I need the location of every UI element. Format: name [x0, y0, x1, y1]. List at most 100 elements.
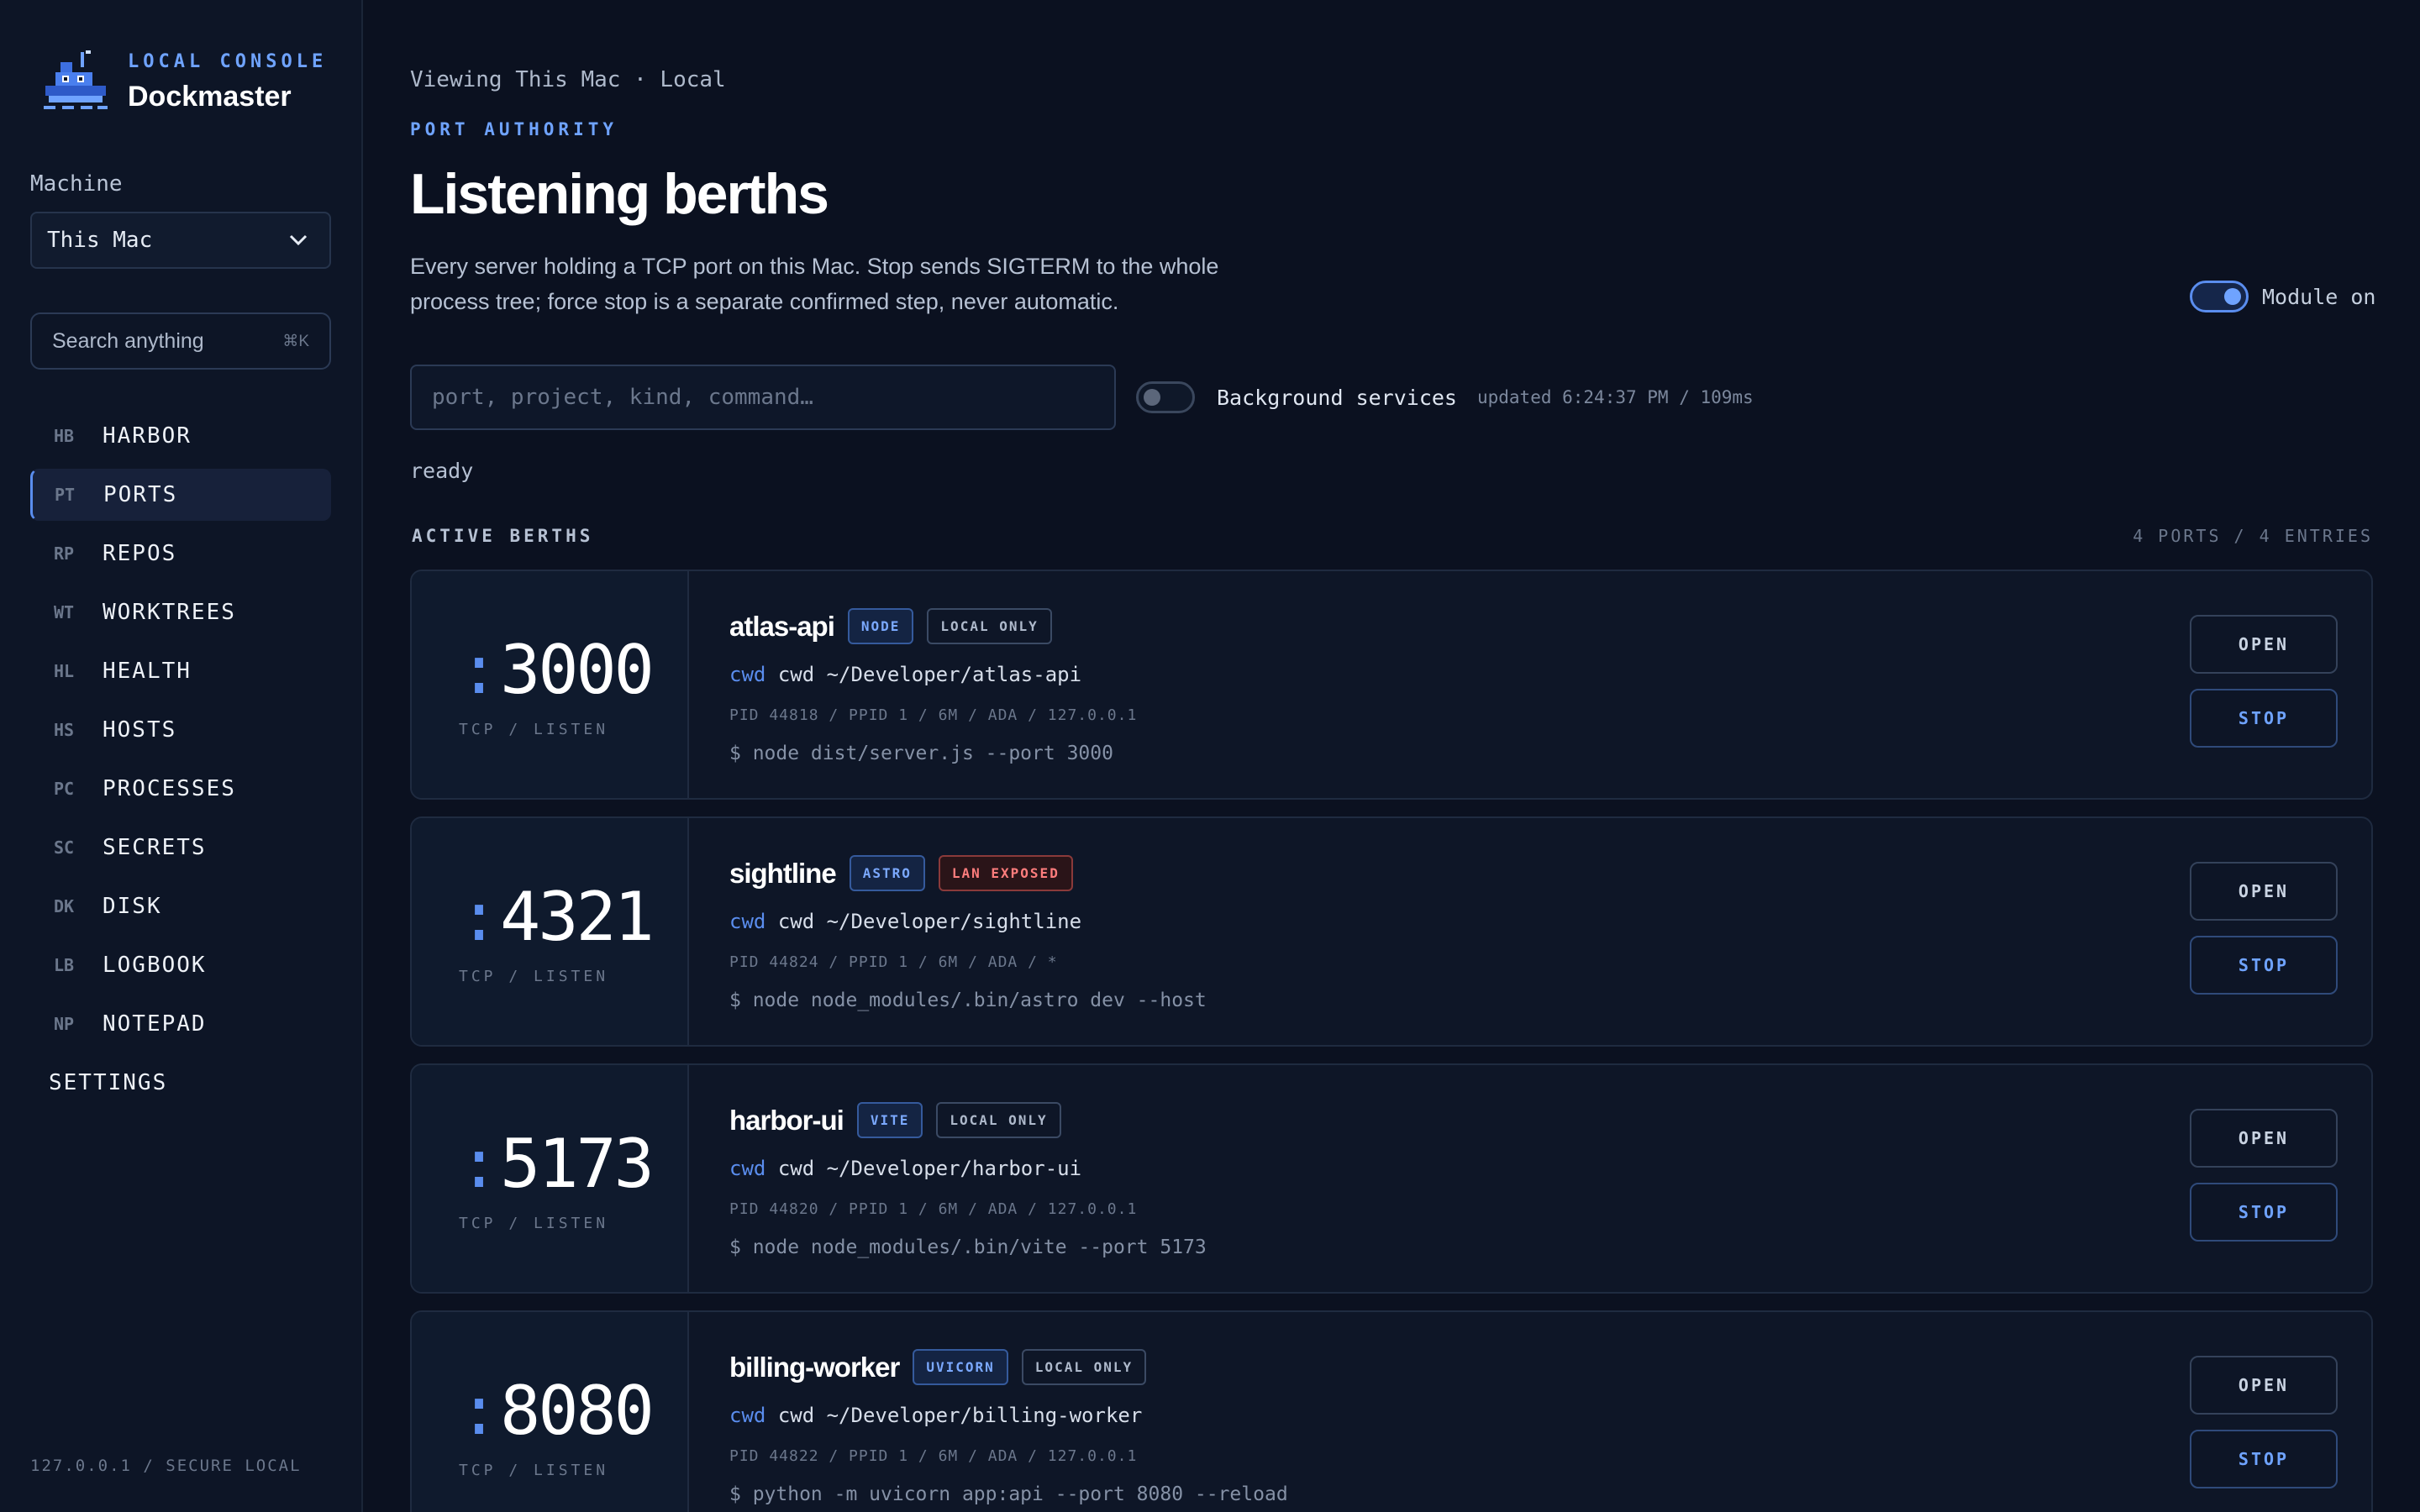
nav-code: NP — [54, 1014, 75, 1034]
sidebar-item-ports[interactable]: PT PORTS — [30, 469, 331, 521]
berth-info: sightline ASTRO LAN EXPOSED cwd cwd ~/De… — [689, 818, 2371, 1045]
sidebar-item-secrets[interactable]: SC SECRETS — [30, 822, 331, 874]
stop-button[interactable]: STOP — [2190, 689, 2338, 748]
berth-command: $ node node_modules/.bin/vite --port 517… — [729, 1236, 1207, 1258]
berth-card: :3000 TCP / LISTEN atlas-api NODE LOCAL … — [410, 570, 2373, 800]
sidebar-item-settings[interactable]: SETTINGS — [30, 1057, 331, 1109]
section-header: ACTIVE BERTHS 4 PORTS / 4 ENTRIES — [412, 526, 2373, 546]
sidebar-item-health[interactable]: HL HEALTH — [30, 645, 331, 697]
berth-port: :4321 TCP / LISTEN — [412, 818, 689, 1045]
berth-port: :8080 TCP / LISTEN — [412, 1312, 689, 1512]
nav-label: NOTEPAD — [103, 1011, 207, 1037]
berth-list: :3000 TCP / LISTEN atlas-api NODE LOCAL … — [410, 570, 2373, 1512]
nav-label: PROCESSES — [103, 776, 236, 801]
nav-label: SETTINGS — [49, 1070, 168, 1095]
berth-command: $ node dist/server.js --port 3000 — [729, 743, 1113, 764]
port-value: 4321 — [500, 878, 655, 956]
cwd-path: cwd ~/Developer/harbor-ui — [777, 1157, 1082, 1180]
berth-command: $ node node_modules/.bin/astro dev --hos… — [729, 990, 1207, 1011]
section-title: ACTIVE BERTHS — [412, 526, 594, 546]
berth-name: sightline — [729, 857, 837, 889]
nav-label: DISK — [103, 894, 162, 919]
sidebar-footer: 127.0.0.1 / SECURE LOCAL — [30, 1457, 302, 1475]
chevron-down-icon — [289, 234, 308, 246]
module-toggle[interactable]: Module on — [2190, 281, 2375, 312]
kind-badge: UVICORN — [913, 1349, 1008, 1385]
berth-actions: OPEN STOP — [2190, 615, 2338, 763]
background-services-label: Background services — [1217, 385, 1457, 410]
stop-button[interactable]: STOP — [2190, 1183, 2338, 1242]
nav-label: LOGBOOK — [103, 953, 207, 978]
nav-label: WORKTREES — [103, 600, 236, 625]
berth-actions: OPEN STOP — [2190, 862, 2338, 1010]
sidebar: LOCAL CONSOLE Dockmaster Machine This Ma… — [0, 0, 363, 1512]
search-button[interactable]: Search anything ⌘K — [30, 312, 331, 370]
cwd-path: cwd ~/Developer/sightline — [777, 910, 1082, 933]
open-button[interactable]: OPEN — [2190, 615, 2338, 674]
nav-label: HOSTS — [103, 717, 177, 743]
sidebar-item-harbor[interactable]: HB HARBOR — [30, 410, 331, 462]
open-button[interactable]: OPEN — [2190, 1356, 2338, 1415]
open-button[interactable]: OPEN — [2190, 862, 2338, 921]
sidebar-item-worktrees[interactable]: WT WORKTREES — [30, 586, 331, 638]
brand-name: Dockmaster — [128, 81, 292, 113]
machine-label: Machine — [30, 171, 123, 197]
berth-name: harbor-ui — [729, 1104, 844, 1136]
nav-label: REPOS — [103, 541, 177, 566]
port-number: :8080 — [459, 1372, 687, 1450]
cwd-key: cwd — [729, 1404, 766, 1427]
berth-cwd: cwd cwd ~/Developer/sightline — [729, 910, 2371, 933]
port-number: :4321 — [459, 878, 687, 956]
ship-logo-icon — [44, 50, 108, 109]
background-services-switch[interactable] — [1136, 381, 1195, 413]
port-protocol: TCP / LISTEN — [459, 721, 609, 738]
cwd-path: cwd ~/Developer/atlas-api — [777, 663, 1082, 686]
background-services-toggle[interactable]: Background services updated 6:24:37 PM /… — [1136, 381, 1754, 413]
berth-card: :4321 TCP / LISTEN sightline ASTRO LAN E… — [410, 816, 2373, 1047]
search-shortcut: ⌘K — [282, 332, 309, 350]
sidebar-item-repos[interactable]: RP REPOS — [30, 528, 331, 580]
berth-actions: OPEN STOP — [2190, 1356, 2338, 1504]
breadcrumb: Viewing This Mac · Local — [410, 67, 726, 92]
sidebar-item-disk[interactable]: DK DISK — [30, 880, 331, 932]
machine-select[interactable]: This Mac — [30, 212, 331, 269]
nav-code: DK — [54, 896, 75, 916]
filter-input[interactable] — [410, 365, 1116, 430]
module-toggle-label: Module on — [2262, 284, 2376, 309]
main-content: Viewing This Mac · Local PORT AUTHORITY … — [365, 0, 2420, 1512]
berth-cwd: cwd cwd ~/Developer/harbor-ui — [729, 1157, 2371, 1180]
sidebar-item-notepad[interactable]: NP NOTEPAD — [30, 998, 331, 1050]
berth-card: :5173 TCP / LISTEN harbor-ui VITE LOCAL … — [410, 1063, 2373, 1294]
nav-code: RP — [54, 543, 75, 564]
cwd-key: cwd — [729, 1157, 766, 1180]
nav-code: WT — [54, 602, 75, 622]
sidebar-item-logbook[interactable]: LB LOGBOOK — [30, 939, 331, 991]
scope-badge: LOCAL ONLY — [927, 608, 1052, 644]
nav-code: SC — [54, 837, 75, 858]
open-button[interactable]: OPEN — [2190, 1109, 2338, 1168]
sidebar-item-hosts[interactable]: HS HOSTS — [30, 704, 331, 756]
search-placeholder: Search anything — [52, 328, 204, 353]
berth-card: :8080 TCP / LISTEN billing-worker UVICOR… — [410, 1310, 2373, 1512]
berth-name: billing-worker — [729, 1351, 900, 1383]
port-colon: : — [459, 631, 499, 709]
stop-button[interactable]: STOP — [2190, 1430, 2338, 1488]
nav-code: HL — [54, 661, 75, 681]
sidebar-item-processes[interactable]: PC PROCESSES — [30, 763, 331, 815]
page-kicker: PORT AUTHORITY — [410, 119, 618, 139]
scope-badge: LOCAL ONLY — [1021, 1349, 1147, 1385]
module-toggle-switch[interactable] — [2190, 281, 2249, 312]
berth-port: :5173 TCP / LISTEN — [412, 1065, 689, 1292]
berth-meta: PID 44824 / PPID 1 / 6M / ADA / * — [729, 953, 1058, 971]
nav-label: PORTS — [103, 482, 178, 507]
toggle-knob — [2224, 288, 2241, 305]
cwd-key: cwd — [729, 663, 766, 686]
berth-cwd: cwd cwd ~/Developer/billing-worker — [729, 1404, 2371, 1427]
nav-code: LB — [54, 955, 75, 975]
toggle-knob — [1144, 389, 1160, 406]
berth-meta: PID 44818 / PPID 1 / 6M / ADA / 127.0.0.… — [729, 706, 1138, 724]
page-title: Listening berths — [410, 162, 829, 226]
updated-timestamp: updated 6:24:37 PM / 109ms — [1476, 387, 1754, 407]
brand[interactable]: LOCAL CONSOLE Dockmaster — [40, 47, 327, 118]
stop-button[interactable]: STOP — [2190, 936, 2338, 995]
